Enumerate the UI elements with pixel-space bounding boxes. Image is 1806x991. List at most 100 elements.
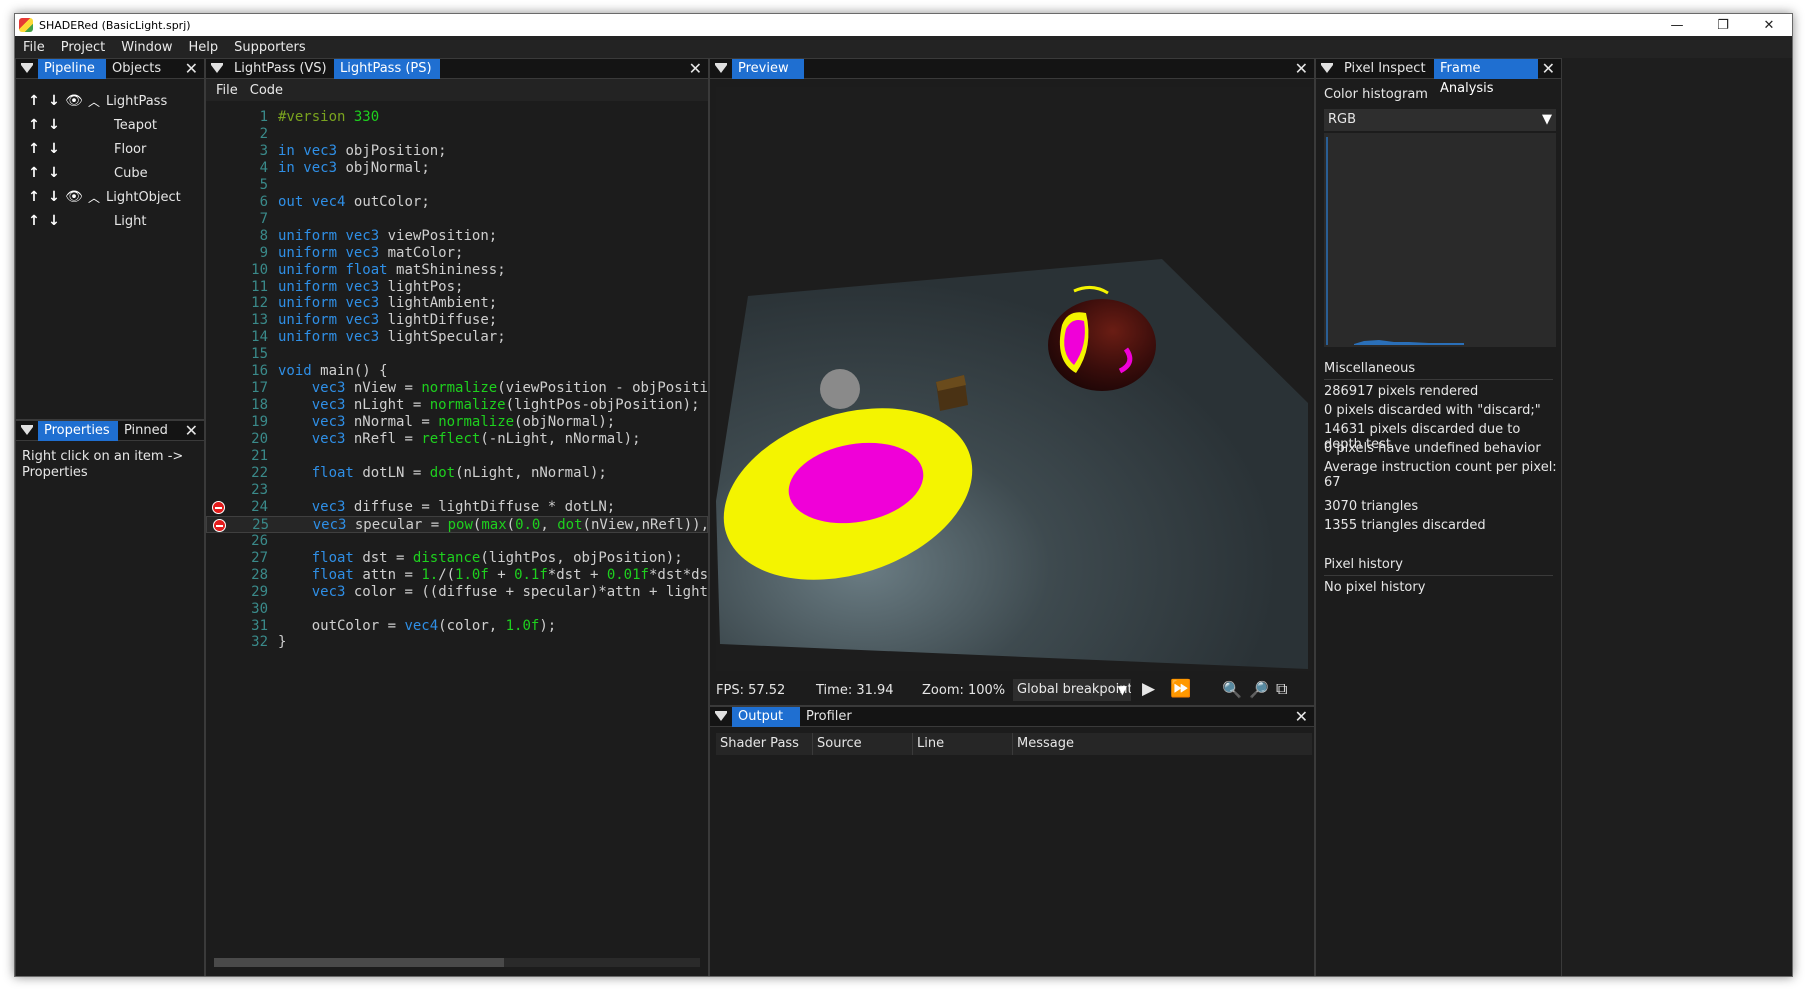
- pipeline-item-light[interactable]: ↑ ↓ Light: [16, 209, 146, 233]
- code-line[interactable]: 11 uniform vec3 lightPos;: [206, 279, 708, 296]
- horizontal-scrollbar[interactable]: [214, 958, 700, 967]
- panel-menu-icon[interactable]: [710, 59, 732, 79]
- move-up-icon[interactable]: ↑: [24, 165, 44, 181]
- move-up-icon[interactable]: ↑: [24, 117, 44, 133]
- code-line[interactable]: 2: [206, 126, 708, 143]
- code-line[interactable]: 31 outColor = vec4(color, 1.0f);: [206, 618, 708, 635]
- menu-window[interactable]: Window: [121, 40, 172, 55]
- fullscreen-icon[interactable]: ⧉: [1276, 679, 1287, 699]
- code-line[interactable]: 4 in vec3 objNormal;: [206, 160, 708, 177]
- zoom-out-icon[interactable]: 🔎: [1249, 680, 1269, 699]
- editor-menu-file[interactable]: File: [216, 83, 238, 98]
- pipeline-item-cube[interactable]: ↑ ↓ Cube: [16, 161, 147, 185]
- code-line[interactable]: 15: [206, 346, 708, 363]
- move-up-icon[interactable]: ↑: [24, 189, 44, 205]
- code-line[interactable]: 29 vec3 color = ((diffuse + specular)*at…: [206, 584, 708, 601]
- menu-help[interactable]: Help: [189, 40, 219, 55]
- code-line[interactable]: 23: [206, 482, 708, 499]
- code-line[interactable]: 13 uniform vec3 lightDiffuse;: [206, 312, 708, 329]
- code-line[interactable]: 14 uniform vec3 lightSpecular;: [206, 329, 708, 346]
- close-icon[interactable]: ✕: [1542, 60, 1555, 78]
- panel-menu-icon[interactable]: [16, 59, 38, 79]
- eye-icon[interactable]: 👁: [64, 189, 84, 205]
- eye-icon[interactable]: 👁: [64, 93, 84, 109]
- pipeline-item-teapot[interactable]: ↑ ↓ Teapot: [16, 113, 157, 137]
- tab-output[interactable]: Output: [732, 707, 800, 727]
- close-icon[interactable]: ✕: [185, 422, 198, 440]
- menu-supporters[interactable]: Supporters: [234, 40, 306, 55]
- breakpoint-icon[interactable]: [212, 500, 225, 514]
- move-up-icon[interactable]: ↑: [24, 93, 44, 109]
- restore-button[interactable]: ❐: [1700, 14, 1746, 36]
- code-line[interactable]: 3 in vec3 objPosition;: [206, 143, 708, 160]
- code-line[interactable]: 16 void main() {: [206, 363, 708, 380]
- code-line[interactable]: 27 float dst = distance(lightPos, objPos…: [206, 550, 708, 567]
- tab-pipeline[interactable]: Pipeline: [38, 59, 106, 79]
- code-line[interactable]: 21: [206, 448, 708, 465]
- code-line[interactable]: 5: [206, 177, 708, 194]
- code-line[interactable]: 32}: [206, 634, 708, 651]
- move-down-icon[interactable]: ↓: [44, 213, 64, 229]
- close-icon[interactable]: ✕: [689, 60, 702, 78]
- play-icon[interactable]: ▶: [1142, 679, 1155, 699]
- code-line[interactable]: 17 vec3 nView = normalize(viewPosition -…: [206, 380, 708, 397]
- move-down-icon[interactable]: ↓: [44, 117, 64, 133]
- column-source[interactable]: Source: [813, 733, 913, 755]
- code-line[interactable]: 30: [206, 601, 708, 618]
- code-line[interactable]: 20 vec3 nRefl = reflect(-nLight, nNormal…: [206, 431, 708, 448]
- move-up-icon[interactable]: ↑: [24, 213, 44, 229]
- close-icon[interactable]: ✕: [185, 60, 198, 78]
- breakpoint-icon[interactable]: [213, 518, 226, 532]
- collapse-icon[interactable]: ︿: [84, 189, 104, 206]
- pipeline-pass-lightpass[interactable]: ↑ ↓ 👁 ︿ LightPass: [16, 89, 167, 113]
- code-line[interactable]: 18 vec3 nLight = normalize(lightPos-objP…: [206, 397, 708, 414]
- column-message[interactable]: Message: [1013, 733, 1074, 755]
- move-down-icon[interactable]: ↓: [44, 189, 64, 205]
- minimize-button[interactable]: —: [1654, 14, 1700, 36]
- code-line[interactable]: 7: [206, 211, 708, 228]
- code-line[interactable]: 19 vec3 nNormal = normalize(objNormal);: [206, 414, 708, 431]
- tab-frame-analysis[interactable]: Frame Analysis: [1434, 59, 1538, 96]
- move-down-icon[interactable]: ↓: [44, 165, 64, 181]
- code-text-area[interactable]: 1 #version 330 2 3 in vec3 objPosition; 4 in v…: [206, 101, 708, 976]
- code-line[interactable]: 1 #version 330: [206, 109, 708, 126]
- code-line[interactable]: 28 float attn = 1./(1.0f + 0.1f*dst + 0.…: [206, 567, 708, 584]
- step-forward-icon[interactable]: ⏩: [1170, 679, 1191, 699]
- column-shader-pass[interactable]: Shader Pass: [716, 733, 813, 755]
- code-line[interactable]: 25 vec3 specular = pow(max(0.0, dot(nVie…: [206, 515, 708, 533]
- panel-menu-icon[interactable]: [206, 59, 228, 79]
- zoom-in-icon[interactable]: 🔍: [1222, 680, 1242, 699]
- scrollbar-thumb[interactable]: [214, 958, 504, 967]
- code-line[interactable]: 9 uniform vec3 matColor;: [206, 245, 708, 262]
- tab-pixel-inspect[interactable]: Pixel Inspect: [1338, 59, 1434, 79]
- tab-objects[interactable]: Objects: [106, 59, 167, 79]
- menu-file[interactable]: File: [23, 40, 45, 55]
- tab-profiler[interactable]: Profiler: [800, 707, 858, 727]
- close-icon[interactable]: ✕: [1295, 60, 1308, 78]
- code-line[interactable]: 26: [206, 533, 708, 550]
- breakpoint-select[interactable]: Global breakpoint: [1013, 679, 1131, 701]
- pipeline-item-floor[interactable]: ↑ ↓ Floor: [16, 137, 146, 161]
- code-line[interactable]: 6 out vec4 outColor;: [206, 194, 708, 211]
- close-window-button[interactable]: ✕: [1746, 14, 1792, 36]
- collapse-icon[interactable]: ︿: [84, 93, 104, 110]
- render-viewport[interactable]: [716, 87, 1312, 671]
- tab-pinned[interactable]: Pinned: [118, 421, 174, 441]
- code-line[interactable]: 8 uniform vec3 viewPosition;: [206, 228, 708, 245]
- close-icon[interactable]: ✕: [1295, 708, 1308, 726]
- panel-menu-icon[interactable]: [1316, 59, 1338, 79]
- move-down-icon[interactable]: ↓: [44, 93, 64, 109]
- menu-project[interactable]: Project: [61, 40, 105, 55]
- tab-lightpass-ps[interactable]: LightPass (PS): [334, 59, 440, 79]
- panel-menu-icon[interactable]: [16, 421, 38, 441]
- tab-preview[interactable]: Preview: [732, 59, 804, 79]
- code-line[interactable]: 10 uniform float matShininess;: [206, 262, 708, 279]
- move-up-icon[interactable]: ↑: [24, 141, 44, 157]
- column-line[interactable]: Line: [913, 733, 1013, 755]
- histogram-mode-select[interactable]: RGB ▼: [1324, 109, 1556, 131]
- pipeline-pass-lightobject[interactable]: ↑ ↓ 👁 ︿ LightObject: [16, 185, 181, 209]
- editor-menu-code[interactable]: Code: [250, 83, 283, 98]
- panel-menu-icon[interactable]: [710, 707, 732, 727]
- code-line[interactable]: 24 vec3 diffuse = lightDiffuse * dotLN;: [206, 499, 708, 516]
- code-line[interactable]: 22 float dotLN = dot(nLight, nNormal);: [206, 465, 708, 482]
